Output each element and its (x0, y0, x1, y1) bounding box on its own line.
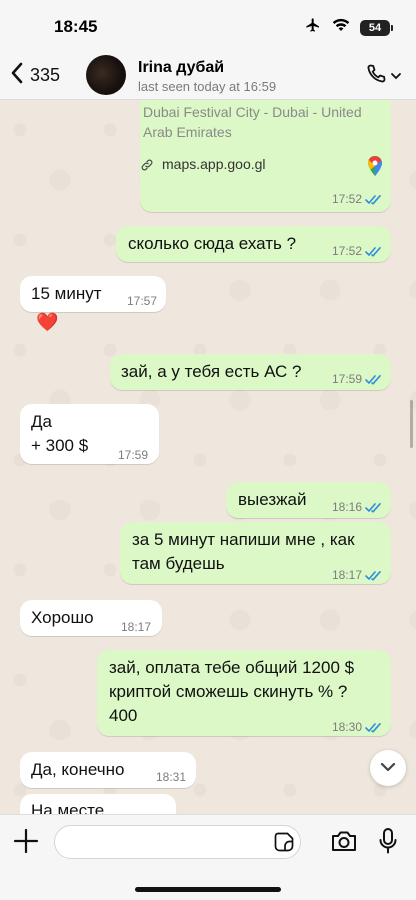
message-text: На месте (31, 801, 105, 814)
sticker-icon[interactable] (274, 832, 294, 857)
location-message[interactable]: Dubai Festival City - Dubai - United Ara… (140, 100, 391, 212)
message-text: сколько сюда ехать ? (128, 234, 297, 253)
camera-icon[interactable] (330, 829, 358, 858)
message-time: 17:59 (331, 372, 362, 386)
message-text-line: за 5 минут напиши мне , как (132, 530, 355, 549)
double-check-icon (365, 194, 383, 205)
message-bubble-incoming[interactable]: Хорошо 18:17 (20, 600, 162, 636)
avatar[interactable] (86, 55, 126, 95)
message-text-line: там будешь (132, 554, 225, 573)
message-meta: 18:16 (332, 496, 383, 518)
message-meta: 17:52 (332, 192, 383, 206)
location-link[interactable]: maps.app.goo.gl (162, 156, 266, 172)
chevron-down-icon (380, 759, 396, 777)
message-bubble-outgoing[interactable]: зай, а у тебя есть АС ? 17:59 (110, 354, 391, 390)
message-text-line: криптой сможешь скинуть % ? (109, 682, 348, 701)
message-text-line: + 300 $ (31, 436, 89, 455)
contact-name[interactable]: Irina дубай (138, 59, 224, 77)
message-meta: 17:57 (127, 290, 157, 312)
back-button[interactable]: 335 (10, 62, 60, 89)
message-time: 18:31 (155, 770, 186, 784)
link-icon (140, 158, 154, 177)
message-bubble-outgoing[interactable]: выезжай 18:16 (226, 482, 391, 518)
location-address: Dubai Festival City - Dubai - United Ara… (143, 104, 362, 140)
battery-indicator: 54 (360, 19, 393, 36)
message-meta: 17:52 (332, 240, 383, 262)
message-text: Хорошо (31, 608, 94, 627)
message-meta: 17:59 (332, 368, 383, 390)
chat-header: 335 Irina дубай last seen today at 16:59 (0, 52, 416, 100)
chevron-left-icon (10, 62, 24, 89)
scroll-to-bottom-button[interactable] (370, 750, 406, 786)
status-time: 18:45 (54, 17, 98, 36)
message-bubble-outgoing[interactable]: за 5 минут напиши мне , как там будешь 1… (120, 522, 391, 584)
message-text-line: 400 (109, 706, 138, 725)
message-input[interactable] (54, 825, 301, 859)
unread-count: 335 (30, 65, 61, 85)
call-button[interactable] (364, 62, 402, 91)
message-text: 15 минут (31, 284, 102, 303)
reaction-heart[interactable]: ❤️ (36, 312, 58, 333)
message-bubble-incoming[interactable]: 15 минут 17:57 (20, 276, 166, 312)
message-bubble-incoming[interactable]: Да + 300 $ 17:59 (20, 404, 159, 464)
message-meta: 18:17 (332, 564, 383, 586)
message-bubble-outgoing[interactable]: зай, оплата тебе общий 1200 $ криптой см… (97, 650, 391, 736)
double-check-icon (365, 502, 383, 513)
message-time: 18:30 (331, 720, 362, 734)
message-text-line: Да (31, 412, 52, 431)
message-time: 17:57 (126, 294, 157, 308)
message-text: Да, конечно (31, 760, 125, 779)
wifi-icon (332, 18, 350, 37)
message-bubble-incoming[interactable]: Да, конечно 18:31 (20, 752, 196, 788)
message-meta: 18:17 (121, 616, 151, 638)
message-text: зай, а у тебя есть АС ? (121, 362, 302, 381)
message-meta: 17:59 (118, 444, 148, 466)
message-bubble-outgoing[interactable]: сколько сюда ехать ? 17:52 (116, 226, 391, 262)
message-time: 18:16 (331, 500, 362, 514)
message-time: 18:17 (331, 568, 362, 582)
last-seen: last seen today at 16:59 (138, 79, 277, 94)
message-time: 17:52 (331, 192, 362, 206)
chat-area[interactable]: Dubai Festival City - Dubai - United Ara… (0, 100, 416, 814)
phone-icon (364, 62, 388, 91)
chevron-down-icon (390, 68, 402, 86)
message-time: 17:59 (117, 448, 148, 462)
double-check-icon (365, 374, 383, 385)
double-check-icon (365, 722, 383, 733)
scrollbar[interactable] (410, 400, 413, 448)
status-icons: 54 (304, 17, 393, 38)
status-bar: 18:45 54 (0, 0, 416, 52)
compose-bar (0, 814, 416, 900)
home-indicator (135, 887, 281, 892)
double-check-icon (365, 246, 383, 257)
message-time: 18:17 (120, 620, 151, 634)
message-time: 17:52 (331, 244, 362, 258)
message-text: выезжай (238, 490, 307, 509)
double-check-icon (365, 570, 383, 581)
message-bubble-incoming[interactable]: На месте (20, 794, 176, 814)
microphone-icon[interactable] (378, 827, 398, 860)
google-maps-pin-icon (367, 155, 383, 181)
message-meta: 18:31 (156, 766, 186, 788)
airplane-icon (304, 17, 322, 38)
plus-icon[interactable] (12, 827, 40, 860)
message-meta: 18:30 (332, 716, 383, 738)
message-text-line: зай, оплата тебе общий 1200 $ (109, 658, 355, 677)
